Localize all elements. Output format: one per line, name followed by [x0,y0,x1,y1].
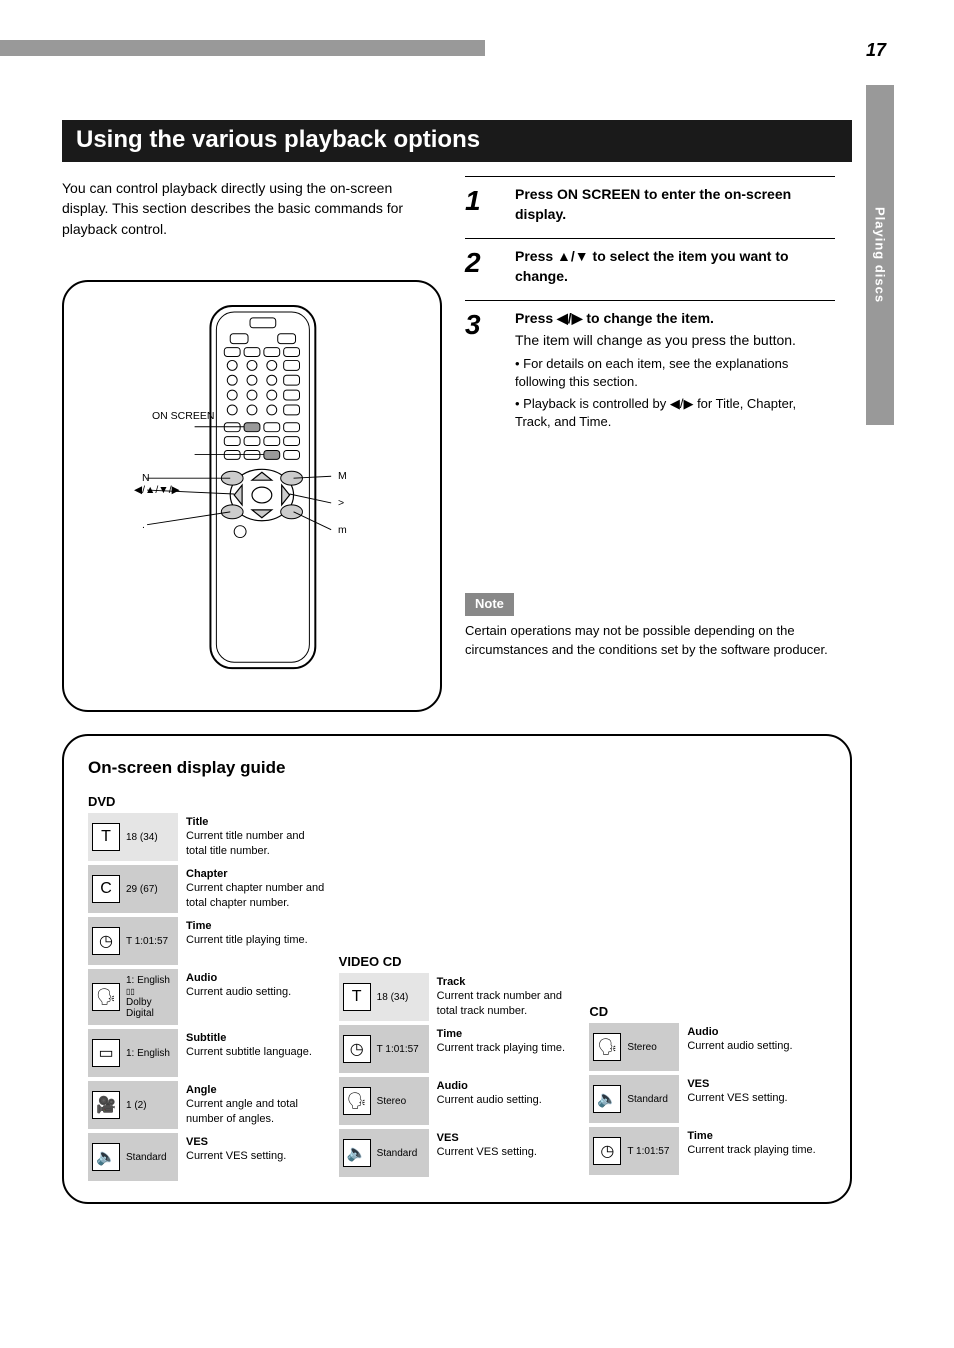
dvd-row-audio: 🗣1: English▯▯Dolby Digital AudioCurrent … [88,969,325,1025]
guide-vcd-label: VIDEO CD [339,954,576,969]
note-block: Note Certain operations may not be possi… [465,593,835,660]
vcd-row-audio: 🗣Stereo AudioCurrent audio setting. [339,1077,576,1125]
clock-icon: ◷ [593,1137,621,1165]
remote-svg [64,282,440,710]
guide-box: On-screen display guide DVD T18 (34) Tit… [62,734,852,1204]
callout-prev: . [142,519,145,532]
vcd-row-time: ◷T 1:01:57 TimeCurrent track playing tim… [339,1025,576,1073]
page-title: Using the various playback options [62,120,852,162]
sound-icon: 🔈 [593,1085,621,1113]
step-main: Press ON SCREEN to enter the on-screen d… [515,185,835,224]
cd-row-time: ◷T 1:01:57 TimeCurrent track playing tim… [589,1127,826,1175]
step-number: 1 [465,185,515,217]
sound-icon: 🔈 [343,1139,371,1167]
step-1: 1 Press ON SCREEN to enter the on-screen… [465,176,835,238]
vcd-row-track: T18 (34) TrackCurrent track number and t… [339,973,576,1021]
subtitle-icon: ▭ [92,1039,120,1067]
step-number: 2 [465,247,515,279]
step-main: Press ◀/▶ to change the item. [515,309,835,329]
guide-cd-label: CD [589,1004,826,1019]
clock-icon: ◷ [343,1035,371,1063]
intro-text: You can control playback directly using … [62,178,442,239]
dvd-row-chapter: C29 (67) ChapterCurrent chapter number a… [88,865,325,913]
step-number: 3 [465,309,515,341]
step-bullet: • Playback is controlled by ◀/▶ for Titl… [515,395,835,431]
step-bullet: • For details on each item, see the expl… [515,355,835,391]
callout-on-screen: ON SCREEN [152,410,214,423]
dvd-row-title: T18 (34) TitleCurrent title number and t… [88,813,325,861]
cd-row-ves: 🔈Standard VESCurrent VES setting. [589,1075,826,1123]
title-icon: T [343,983,371,1011]
section-tab: Playing discs [866,85,894,425]
audio-icon: 🗣 [593,1033,621,1061]
step-main: Press ▲/▼ to select the item you want to… [515,247,835,286]
step-3: 3 Press ◀/▶ to change the item. The item… [465,300,835,445]
vcd-row-ves: 🔈Standard VESCurrent VES setting. [339,1129,576,1177]
callout-ff: M [338,470,347,483]
guide-title: On-screen display guide [88,758,826,778]
clock-icon: ◷ [92,927,120,955]
page-number: 17 [866,40,886,61]
angle-icon: 🎥 [92,1091,120,1119]
cd-row-audio: 🗣Stereo AudioCurrent audio setting. [589,1023,826,1071]
audio-icon: 🗣 [343,1087,371,1115]
title-icon: T [92,823,120,851]
callout-rew: m [338,524,347,537]
chapter-icon: C [92,875,120,903]
guide-dvd-label: DVD [88,794,325,809]
callout-arrows-left: ◀/▲/▼/▶ [134,484,180,497]
note-text: Certain operations may not be possible d… [465,622,835,660]
header-gray-bar [0,40,485,56]
dvd-row-subtitle: ▭1: English SubtitleCurrent subtitle lan… [88,1029,325,1077]
note-label: Note [465,593,514,616]
callout-play: N [142,472,150,485]
step-sub: The item will change as you press the bu… [515,331,835,351]
sound-icon: 🔈 [92,1143,120,1171]
callout-next: > [338,497,344,510]
step-2: 2 Press ▲/▼ to select the item you want … [465,238,835,300]
audio-icon: 🗣 [92,983,120,1011]
dvd-row-ves: 🔈Standard VESCurrent VES setting. [88,1133,325,1181]
remote-figure: ON SCREEN N ◀/▲/▼/▶ . M > m [62,280,442,712]
dvd-row-time: ◷T 1:01:57 TimeCurrent title playing tim… [88,917,325,965]
dvd-row-angle: 🎥1 (2) AngleCurrent angle and total numb… [88,1081,325,1129]
steps-list: 1 Press ON SCREEN to enter the on-screen… [465,176,835,445]
